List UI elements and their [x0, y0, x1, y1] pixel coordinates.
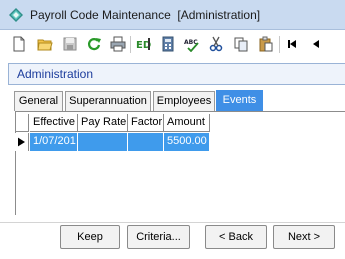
column-header-factor[interactable]: Factor	[128, 114, 164, 132]
grid-corner	[15, 114, 29, 132]
previous-record-icon[interactable]	[306, 34, 326, 54]
column-header-pay-rate[interactable]: Pay Rate	[78, 114, 128, 132]
module-title: Administration	[17, 67, 94, 81]
cell-amount[interactable]: 5500.00	[164, 133, 210, 151]
first-record-icon[interactable]	[282, 34, 302, 54]
tab-superannuation[interactable]: Superannuation	[65, 91, 151, 111]
title-bar: Payroll Code Maintenance [Administration…	[0, 0, 345, 30]
column-header-amount[interactable]: Amount	[164, 114, 210, 132]
toolbar: ED ABC	[0, 31, 345, 58]
tab-events[interactable]: Events	[216, 90, 263, 111]
back-button[interactable]: < Back	[205, 225, 267, 249]
column-header-effective[interactable]: Effective	[30, 114, 78, 132]
new-icon[interactable]	[9, 34, 29, 54]
app-diamond-icon	[9, 8, 23, 22]
criteria-button[interactable]: Criteria...	[127, 225, 190, 249]
keep-button[interactable]: Keep	[60, 225, 120, 249]
module-header: Administration	[8, 63, 345, 85]
cell-effective[interactable]: 1/07/201	[30, 133, 78, 151]
footer-divider	[0, 222, 345, 223]
window-title: Payroll Code Maintenance [Administration…	[30, 8, 261, 22]
print-icon[interactable]	[108, 34, 128, 54]
cell-factor[interactable]	[128, 133, 164, 151]
paste-icon[interactable]	[256, 34, 276, 54]
edit-icon[interactable]: ED	[133, 34, 153, 54]
calculator-icon[interactable]	[158, 34, 178, 54]
row-selector-arrow-icon[interactable]	[15, 133, 29, 151]
copy-icon[interactable]	[231, 34, 251, 54]
cell-pay-rate[interactable]	[78, 133, 128, 151]
toolbar-separator	[130, 36, 131, 53]
tab-employees[interactable]: Employees	[153, 91, 215, 111]
tab-general[interactable]: General	[14, 91, 63, 111]
save-icon[interactable]	[60, 34, 80, 54]
next-button[interactable]: Next >	[273, 225, 335, 249]
refresh-icon[interactable]	[84, 34, 104, 54]
spell-check-icon[interactable]: ABC	[182, 34, 202, 54]
open-folder-icon[interactable]	[35, 34, 55, 54]
toolbar-separator	[279, 36, 280, 53]
cut-icon[interactable]	[206, 34, 226, 54]
